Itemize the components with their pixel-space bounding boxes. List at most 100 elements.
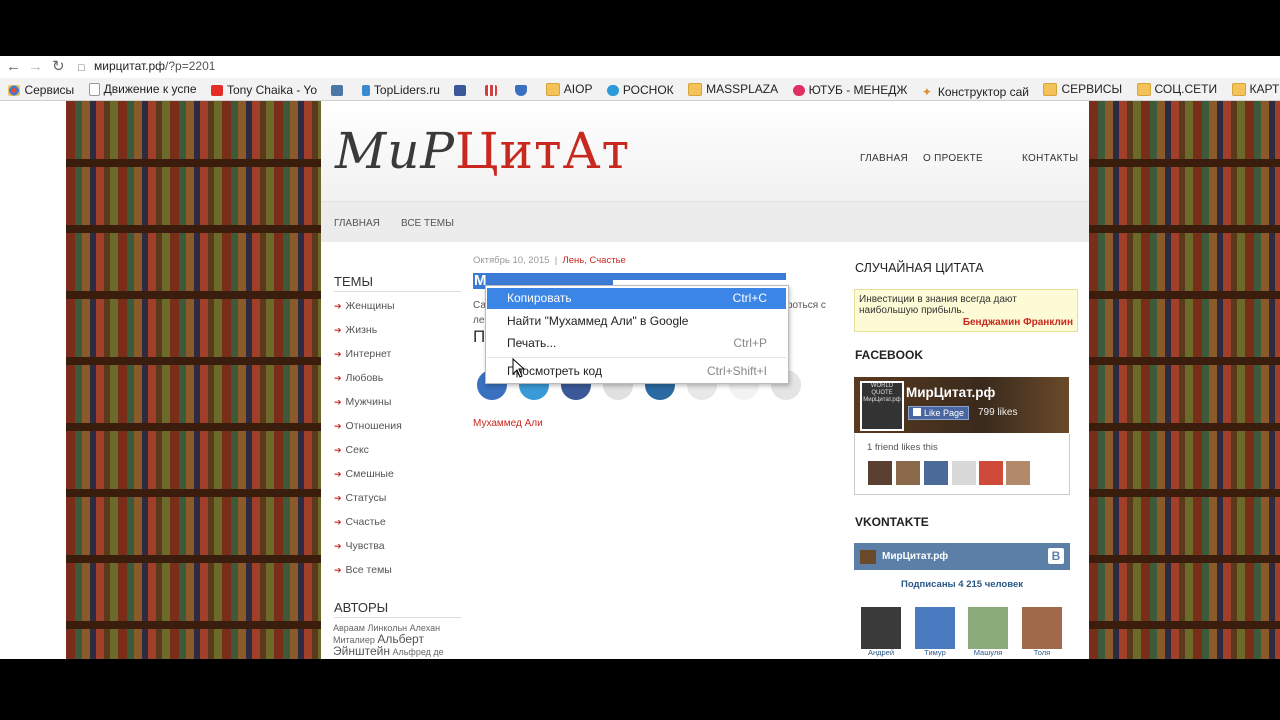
- address-bar: ← → ↻ □ мирцитат.рф/?p=2201: [0, 56, 1280, 78]
- theme-link[interactable]: ➔ Интернет: [334, 348, 391, 360]
- post-categories[interactable]: Лень, Счастье: [562, 255, 625, 266]
- top-nav-contacts[interactable]: КОНТАКТЫ: [1022, 153, 1078, 164]
- theme-link[interactable]: ➔ Счастье: [334, 516, 386, 528]
- context-menu-search-google[interactable]: Найти "Мухаммед Али" в Google: [487, 311, 786, 332]
- bookmark-topliders[interactable]: TopLiders.ru: [361, 79, 440, 100]
- friend-avatar[interactable]: [896, 461, 920, 485]
- bookmark-folder-services[interactable]: СЕРВИСЫ: [1043, 78, 1122, 100]
- authors-heading: АВТОРЫ: [334, 600, 389, 615]
- bookmark-youtube-manager[interactable]: ЮТУБ - МЕНЕДЖ: [792, 79, 907, 100]
- theme-link[interactable]: ➔ Секс: [334, 444, 369, 456]
- vk-subscribers-count[interactable]: Подписаны 4 215 человек: [854, 579, 1070, 590]
- vk-group-name: МирЦитат.рф: [882, 551, 949, 562]
- vk-member-avatar[interactable]: [968, 607, 1008, 649]
- context-menu-inspect[interactable]: Просмотреть код Ctrl+Shift+I: [487, 361, 786, 382]
- theme-link[interactable]: ➔ Отношения: [334, 420, 402, 432]
- bookmarks-bar: Сервисы Движение к успе Tony Chaika - Yo…: [0, 78, 1280, 101]
- top-nav-about[interactable]: О ПРОЕКТЕ: [923, 153, 983, 164]
- site-logo[interactable]: МиРЦитАт: [335, 123, 630, 179]
- bookmark-folder-rosnok[interactable]: РОСНОК: [606, 79, 674, 100]
- bookmark-site-builder[interactable]: ✦ Конструктор сай: [922, 81, 1029, 100]
- vk-member-avatar[interactable]: [861, 607, 901, 649]
- theme-link[interactable]: ➔ Чувства: [334, 540, 385, 552]
- context-menu: Копировать Ctrl+C Найти "Мухаммед Али" в …: [485, 285, 789, 384]
- vk-member-name[interactable]: Тимур: [913, 648, 957, 657]
- mouse-pointer-icon: [512, 358, 526, 378]
- arrow-icon: ➔: [334, 445, 342, 455]
- selected-title-highlight: [613, 273, 786, 280]
- random-quote-box: Инвестиции в знания всегда дают наибольш…: [854, 289, 1078, 332]
- facebook-friends-text: 1 friend likes this: [867, 442, 938, 453]
- page-info-icon[interactable]: □: [78, 59, 85, 77]
- arrow-icon: ➔: [334, 469, 342, 479]
- bookmark-vk[interactable]: [331, 79, 347, 100]
- chart-icon: [484, 84, 497, 96]
- arrow-icon: ➔: [334, 349, 342, 359]
- theme-link[interactable]: ➔ Смешные: [334, 468, 394, 480]
- arrow-icon: ➔: [334, 373, 342, 383]
- arrow-icon: ➔: [334, 421, 342, 431]
- theme-link[interactable]: ➔ Мужчины: [334, 396, 391, 408]
- bookmark-folder-massplaza[interactable]: MASSPLAZA: [688, 78, 778, 100]
- vk-member-avatar[interactable]: [915, 607, 955, 649]
- apps-grid-icon: [8, 84, 21, 96]
- friend-avatar[interactable]: [868, 461, 892, 485]
- bookmark-shield[interactable]: [515, 79, 531, 100]
- friend-avatar[interactable]: [924, 461, 948, 485]
- random-quote-heading: СЛУЧАЙНАЯ ЦИТАТА: [855, 261, 984, 275]
- facebook-page-thumbnail[interactable]: WORLD QUOTE МирЦитат.рф: [860, 381, 904, 431]
- arrow-icon: ➔: [334, 517, 342, 527]
- bookmark-folder-social[interactable]: СОЦ.СЕТИ: [1136, 78, 1217, 100]
- back-icon[interactable]: ←: [6, 58, 21, 76]
- bookmark-movement[interactable]: Движение к успе: [88, 78, 197, 100]
- friend-avatar[interactable]: [952, 461, 976, 485]
- vk-member-name[interactable]: Толя: [1020, 648, 1064, 657]
- facebook-page-name[interactable]: МирЦитат.рф: [906, 385, 995, 400]
- friend-avatar[interactable]: [979, 461, 1003, 485]
- arrow-icon: ➔: [334, 565, 342, 575]
- bookmark-folder-aiop[interactable]: AIOP: [545, 78, 592, 100]
- vk-member-name[interactable]: Машуля: [966, 648, 1010, 657]
- theme-link[interactable]: ➔ Все темы: [334, 564, 392, 576]
- context-menu-copy[interactable]: Копировать Ctrl+C: [487, 288, 786, 309]
- friend-avatar[interactable]: [1006, 461, 1030, 485]
- folder-icon: [1043, 82, 1058, 96]
- facebook-like-button[interactable]: Like Page: [908, 406, 970, 420]
- vk-member-name[interactable]: Андрей: [859, 648, 903, 657]
- theme-link[interactable]: ➔ Жизнь: [334, 324, 377, 336]
- bookmark-chart[interactable]: [484, 79, 501, 100]
- facebook-like-count: 799 likes: [978, 407, 1018, 418]
- vk-member-avatar[interactable]: [1022, 607, 1062, 649]
- top-nav-home[interactable]: ГЛАВНАЯ: [860, 153, 908, 164]
- bookshelf-background-left: [66, 101, 321, 659]
- context-menu-print[interactable]: Печать... Ctrl+P: [487, 333, 786, 354]
- post-author-link[interactable]: Мухаммед Али: [473, 418, 543, 429]
- folder-icon: [1136, 82, 1151, 96]
- post-text-fragment: Са: [473, 300, 486, 311]
- wing-icon: [361, 84, 370, 96]
- circle-logo-icon: [606, 84, 619, 96]
- url-field[interactable]: мирцитат.рф/?p=2201: [94, 59, 215, 73]
- vk-widget-header[interactable]: МирЦитат.рф В: [854, 543, 1070, 570]
- folder-icon: [545, 82, 560, 96]
- forward-icon[interactable]: →: [28, 58, 43, 76]
- reload-icon[interactable]: ↻: [52, 58, 65, 76]
- page-icon: [88, 82, 100, 96]
- theme-link[interactable]: ➔ Статусы: [334, 492, 386, 504]
- post-meta: Октябрь 10, 2015 | Лень, Счастье: [473, 255, 626, 266]
- sub-nav-all-themes[interactable]: ВСЕ ТЕМЫ: [401, 218, 454, 229]
- bookmark-services[interactable]: Сервисы: [8, 79, 74, 100]
- theme-link[interactable]: ➔ Женщины: [334, 300, 395, 312]
- theme-link[interactable]: ➔ Любовь: [334, 372, 383, 384]
- bookmark-folder-pictures[interactable]: КАРТИНКИ: [1231, 78, 1280, 100]
- bookmark-facebook[interactable]: [454, 79, 470, 100]
- folder-icon: [688, 82, 703, 96]
- arrow-icon: ➔: [334, 397, 342, 407]
- sub-nav-home[interactable]: ГЛАВНАЯ: [334, 218, 380, 229]
- vk-logo-icon: В: [1048, 548, 1064, 564]
- post-text-fragment: ле: [473, 315, 485, 326]
- bookmark-tony-chaika[interactable]: Tony Chaika - Yo: [210, 79, 317, 100]
- post-heading-fragment: П: [473, 327, 486, 346]
- facebook-widget-cover: WORLD QUOTE МирЦитат.рф МирЦитат.рф Like…: [854, 377, 1069, 433]
- site-header: МиРЦитАт ГЛАВНАЯ О ПРОЕКТЕ КОНТАКТЫ: [321, 101, 1089, 201]
